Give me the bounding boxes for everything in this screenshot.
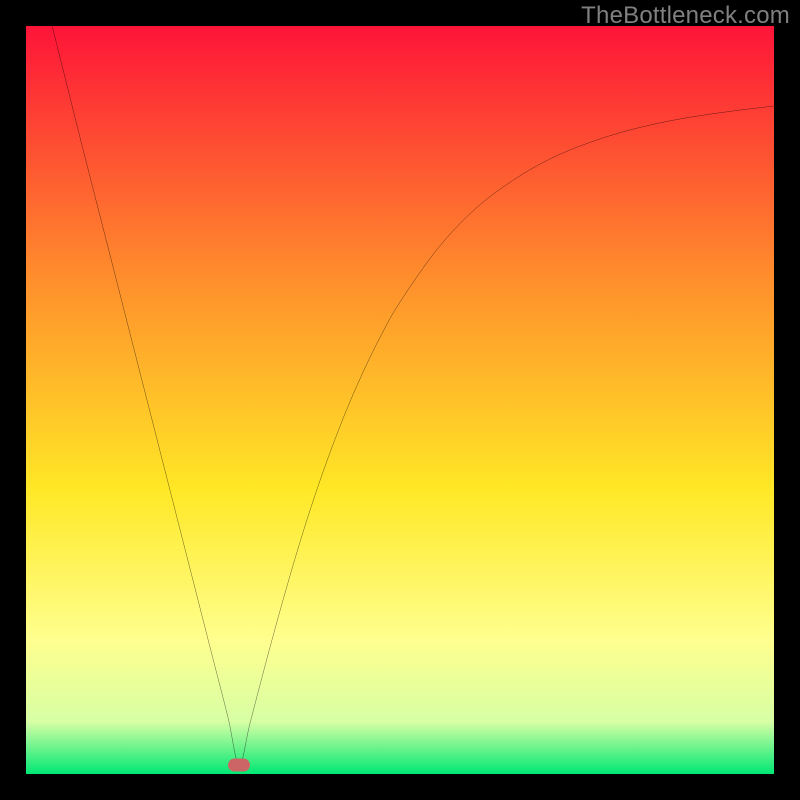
minimum-marker bbox=[228, 759, 250, 772]
plot-area bbox=[26, 26, 774, 774]
gradient-background bbox=[26, 26, 774, 774]
watermark-text: TheBottleneck.com bbox=[581, 2, 790, 30]
chart-container: TheBottleneck.com bbox=[0, 0, 800, 800]
